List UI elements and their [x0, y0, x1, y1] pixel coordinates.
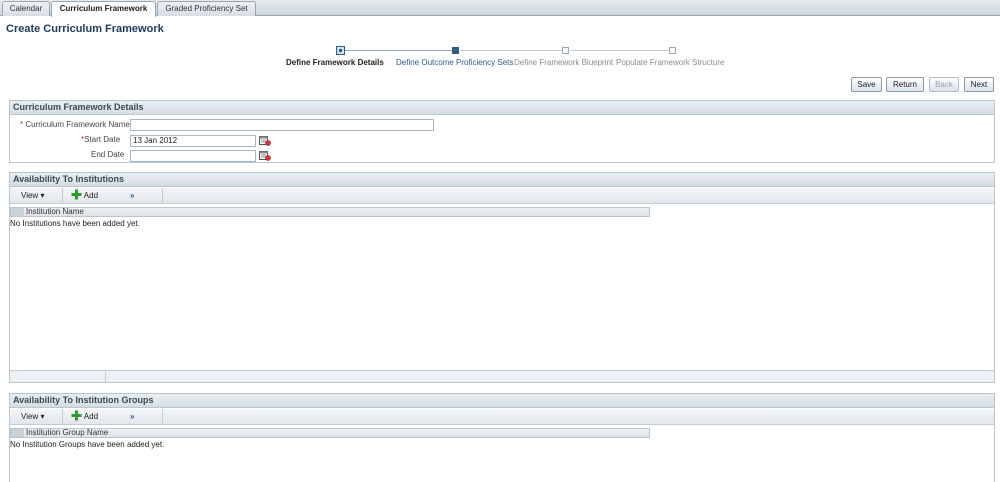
add-button[interactable]: Add — [71, 188, 98, 204]
start-date-input[interactable]: 13 Jan 2012 — [130, 135, 256, 147]
panel-header: Availability To Institution Groups — [10, 394, 994, 408]
name-label-wrap: * Curriculum Framework Name — [20, 120, 130, 129]
status-separator — [105, 371, 106, 382]
toolbar-separator — [162, 409, 163, 425]
calendar-icon[interactable] — [259, 150, 271, 161]
add-button[interactable]: Add — [71, 409, 98, 425]
column-header-institution-name[interactable]: Institution Name — [10, 207, 650, 217]
tab-calendar[interactable]: Calendar — [2, 1, 50, 16]
view-menu[interactable]: View ▾ — [21, 409, 44, 425]
train-label-populate-structure: Populate Framework Structure — [616, 58, 725, 67]
column-gutter — [11, 208, 24, 216]
empty-message: No Institutions have been added yet. — [10, 219, 140, 228]
train-connector — [345, 50, 455, 51]
start-label-wrap: *Start Date — [81, 135, 120, 144]
panel-header: Availability To Institutions — [10, 173, 994, 187]
required-marker: * — [20, 120, 24, 129]
add-label: Add — [83, 412, 99, 421]
overflow-button[interactable]: » — [130, 188, 134, 204]
train-connector — [460, 50, 565, 51]
calendar-icon[interactable] — [259, 135, 271, 146]
overflow-button[interactable]: » — [130, 409, 134, 425]
page-title: Create Curriculum Framework — [6, 23, 164, 35]
institutions-toolbar: View ▾ Add » — [10, 188, 994, 204]
column-header-institution-group-name[interactable]: Institution Group Name — [10, 428, 650, 438]
chevron-down-icon: ▾ — [40, 412, 45, 421]
view-menu-label: View — [21, 191, 39, 200]
train-label-outcome-proficiency-sets[interactable]: Define Outcome Proficiency Sets — [396, 58, 513, 67]
add-label: Add — [83, 191, 99, 200]
tab-curriculum-framework[interactable]: Curriculum Framework — [51, 1, 156, 17]
framework-details-panel: Curriculum Framework Details * Curriculu… — [9, 100, 995, 163]
train-stop-outcome-proficiency-sets[interactable] — [452, 47, 459, 54]
empty-message: No Institution Groups have been added ye… — [10, 440, 165, 449]
tab-strip: Calendar Curriculum Framework Graded Pro… — [0, 0, 1000, 17]
institution-groups-panel: Availability To Institution Groups View … — [9, 393, 995, 482]
framework-name-input[interactable] — [130, 119, 434, 131]
next-button[interactable]: Next — [964, 77, 994, 92]
tab-graded-proficiency-set[interactable]: Graded Proficiency Set — [157, 1, 256, 16]
back-button: Back — [929, 77, 959, 92]
view-menu[interactable]: View ▾ — [21, 188, 44, 204]
institutions-panel: Availability To Institutions View ▾ Add … — [9, 172, 995, 383]
train-connector — [570, 50, 672, 51]
panel-header: Curriculum Framework Details — [10, 101, 994, 115]
toolbar-separator — [62, 409, 63, 425]
toolbar-separator — [162, 188, 163, 204]
train-stop-framework-blueprint — [562, 47, 569, 54]
column-header-label: Institution Group Name — [26, 428, 109, 437]
toolbar-separator — [62, 188, 63, 204]
return-button[interactable]: Return — [886, 77, 924, 92]
framework-name-label: Curriculum Framework Name — [25, 120, 130, 129]
groups-toolbar: View ▾ Add » — [10, 409, 994, 425]
train-stop-populate-structure — [669, 47, 676, 54]
column-gutter — [11, 429, 24, 437]
train-label-framework-blueprint: Define Framework Blueprint — [514, 58, 614, 67]
train-stop-framework-details[interactable] — [336, 46, 345, 55]
view-menu-label: View — [21, 412, 39, 421]
end-date-label: End Date — [91, 150, 125, 159]
column-header-label: Institution Name — [26, 207, 84, 216]
table-status-bar — [10, 370, 994, 382]
chevron-down-icon: ▾ — [40, 191, 45, 200]
save-button[interactable]: Save — [851, 77, 882, 92]
add-icon — [71, 410, 82, 421]
end-date-input[interactable] — [130, 150, 256, 162]
train-label-framework-details[interactable]: Define Framework Details — [286, 58, 384, 67]
add-icon — [71, 189, 82, 200]
start-date-label: Start Date — [84, 135, 121, 144]
